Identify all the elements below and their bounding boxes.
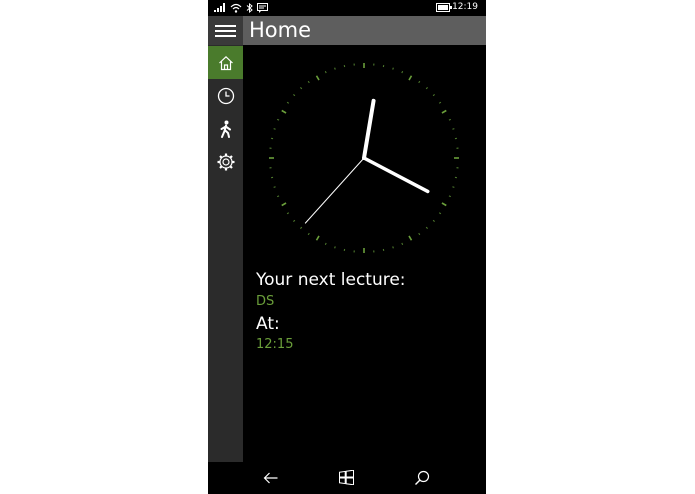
clock-minute-tick xyxy=(293,94,296,97)
clock-minute-tick xyxy=(438,212,442,215)
battery-icon xyxy=(436,3,452,12)
clock-minute-tick xyxy=(307,80,310,84)
clock-minute-tick xyxy=(276,195,280,198)
clock-minute-tick xyxy=(392,67,394,70)
clock-minute-tick xyxy=(432,219,435,222)
clock-minute-hand xyxy=(362,156,430,194)
windows-start-icon[interactable] xyxy=(339,470,354,485)
clock-hour-tick xyxy=(408,235,413,241)
clock-minute-tick xyxy=(448,195,452,198)
next-lecture-label: Your next lecture: xyxy=(256,270,406,290)
next-lecture-value: DS xyxy=(256,294,275,309)
main-content: Your next lecture: DS At: 12:15 xyxy=(243,45,486,462)
hamburger-line xyxy=(215,30,236,32)
phone-screen: 12:19 Home Your next lecture: DS At: 12:… xyxy=(208,0,486,494)
clock-minute-tick xyxy=(432,94,435,97)
clock-minute-tick xyxy=(418,80,421,84)
clock-minute-tick xyxy=(324,70,327,74)
home-icon xyxy=(218,55,233,70)
at-label: At: xyxy=(256,314,280,334)
signal-icon xyxy=(214,3,225,12)
nav-item-home[interactable] xyxy=(208,46,243,79)
clock-minute-tick xyxy=(425,226,428,229)
clock-minute-tick xyxy=(425,87,428,90)
back-arrow-icon[interactable] xyxy=(263,470,279,486)
clock-hour-hand xyxy=(362,98,376,160)
clock-hour-tick xyxy=(441,109,447,114)
clock-icon xyxy=(217,87,234,104)
hamburger-menu-button[interactable] xyxy=(208,16,243,45)
clock-minute-tick xyxy=(293,219,296,222)
clock-minute-tick xyxy=(452,186,455,188)
clock-hour-tick xyxy=(281,109,287,114)
nav-item-settings[interactable] xyxy=(208,145,243,178)
clock-minute-tick xyxy=(334,67,336,70)
wifi-icon xyxy=(230,3,242,13)
clock-minute-tick xyxy=(401,70,404,74)
clock-minute-tick xyxy=(452,128,455,130)
nav-pane xyxy=(208,45,243,462)
analog-clock xyxy=(269,63,459,253)
title-bar: Home xyxy=(208,16,486,45)
nav-item-clock[interactable] xyxy=(208,79,243,112)
clock-minute-tick xyxy=(392,246,394,249)
clock-minute-tick xyxy=(307,232,310,236)
clock-minute-tick xyxy=(401,242,404,246)
gear-icon xyxy=(217,153,234,170)
page-title: Home xyxy=(249,18,312,42)
clock-minute-tick xyxy=(448,118,452,121)
clock-minute-tick xyxy=(324,242,327,246)
clock-minute-tick xyxy=(286,101,290,104)
search-icon[interactable] xyxy=(414,470,430,486)
clock-hour-tick xyxy=(281,202,287,207)
at-time-value: 12:15 xyxy=(256,337,294,352)
clock-minute-tick xyxy=(286,212,290,215)
status-bar: 12:19 xyxy=(208,0,486,16)
hamburger-line xyxy=(215,35,236,37)
clock-hour-tick xyxy=(315,235,320,241)
clock-minute-tick xyxy=(273,186,276,188)
clock-hour-tick xyxy=(315,75,320,81)
clock-minute-tick xyxy=(438,101,442,104)
clock-minute-tick xyxy=(300,87,303,90)
message-icon xyxy=(257,3,268,13)
status-time: 12:19 xyxy=(452,2,478,12)
clock-minute-tick xyxy=(276,118,280,121)
clock-minute-tick xyxy=(273,128,276,130)
clock-minute-tick xyxy=(300,226,303,229)
hamburger-line xyxy=(215,25,236,27)
bottom-nav-bar xyxy=(208,462,486,494)
clock-second-hand xyxy=(304,157,365,224)
clock-hour-tick xyxy=(441,202,447,207)
clock-hour-tick xyxy=(408,75,413,81)
nav-item-activity[interactable] xyxy=(208,112,243,145)
clock-minute-tick xyxy=(334,246,336,249)
clock-minute-tick xyxy=(418,232,421,236)
bluetooth-icon xyxy=(246,3,253,13)
walking-person-icon xyxy=(220,120,231,138)
